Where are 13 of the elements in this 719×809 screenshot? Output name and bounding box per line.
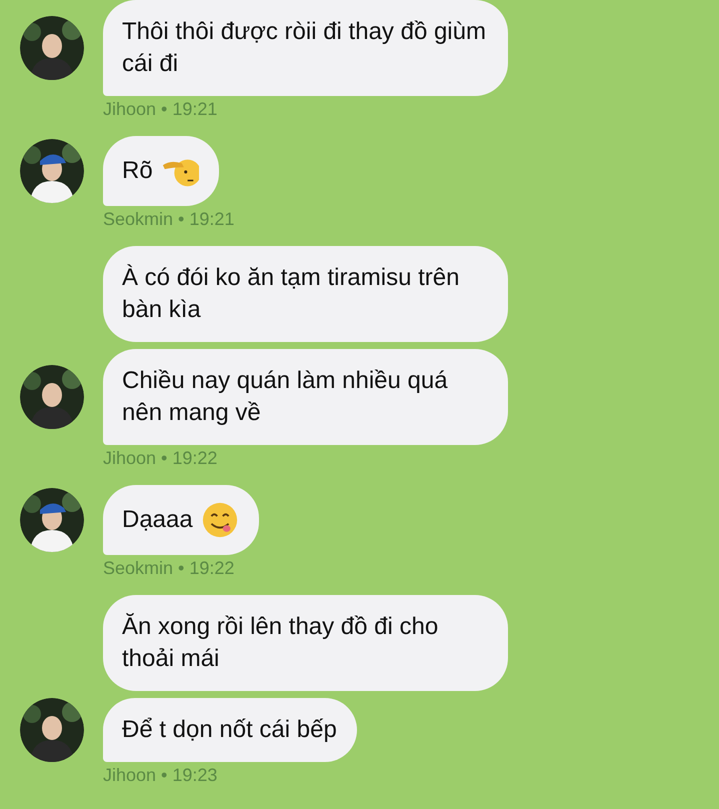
message-bubble: Để t dọn nốt cái bếp — [103, 698, 357, 762]
message-bubble: Ăn xong rồi lên thay đồ đi cho thoải mái — [103, 595, 508, 691]
sender-time: Jihoon • 19:23 — [103, 765, 218, 786]
sender-time: Jihoon • 19:22 — [103, 448, 218, 469]
sender-time: Seokmin • 19:21 — [103, 209, 236, 230]
message-text: Rõ — [122, 156, 153, 186]
message-text: Dạaaa — [122, 505, 193, 535]
message-bubble: Chiều nay quán làm nhiều quá nên mang về — [103, 349, 508, 445]
sender-time: Seokmin • 19:22 — [103, 558, 236, 579]
message-bubble: À có đói ko ăn tạm tiramisu trên bàn kìa — [103, 246, 508, 342]
message-bubble: Thôi thôi được ròii đi thay đồ giùm cái đi — [103, 0, 508, 96]
smiling-face-icon — [200, 501, 239, 539]
sender-time: Jihoon • 19:21 — [103, 99, 218, 120]
